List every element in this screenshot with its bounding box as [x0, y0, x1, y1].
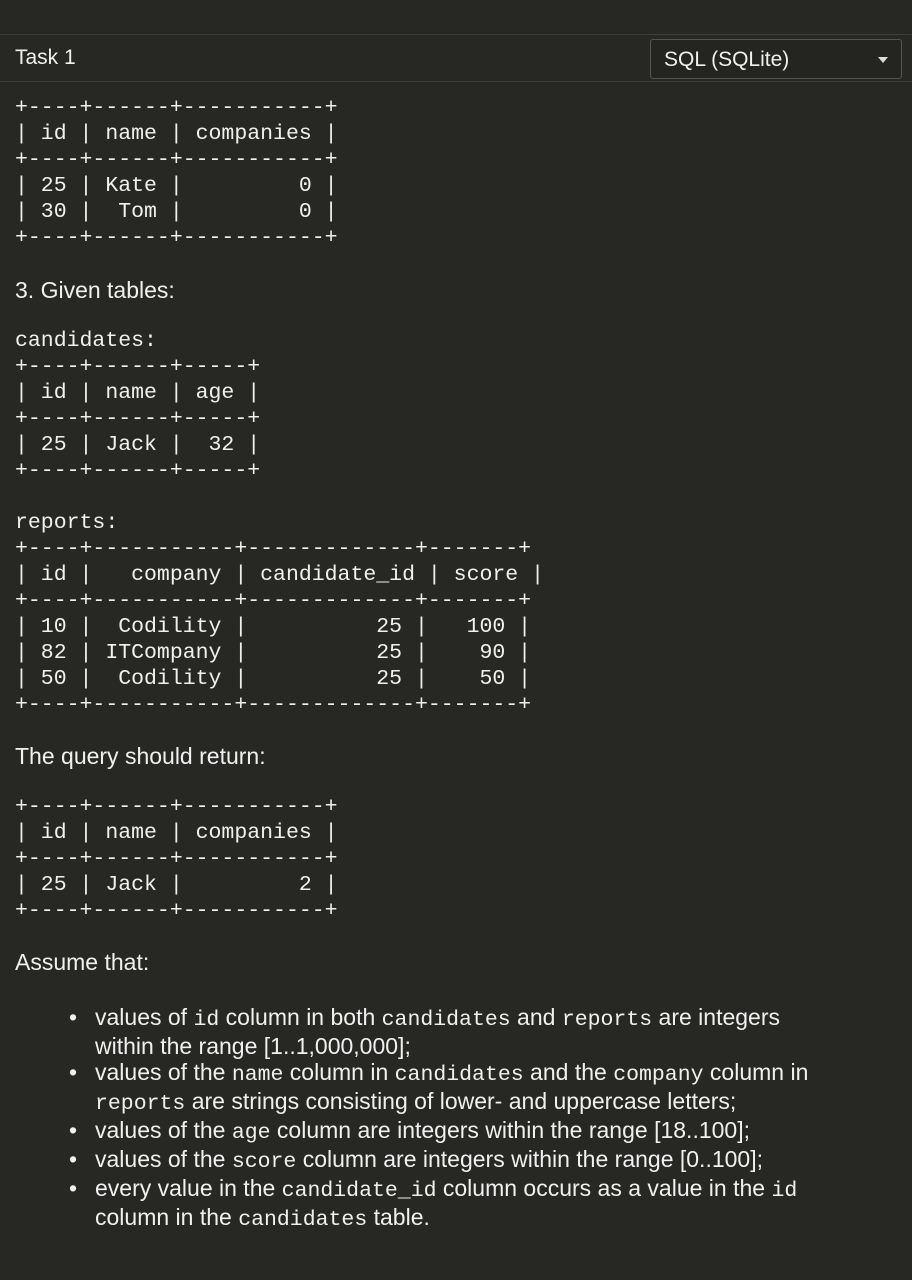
list-item: • values of id column in both candidates …: [69, 1004, 781, 1059]
bullet-icon: •: [69, 1117, 78, 1143]
list-item: • values of the score column are integers…: [69, 1146, 763, 1174]
reports-label: reports:: [15, 511, 119, 535]
top-bar: [0, 0, 912, 35]
language-select[interactable]: SQL (SQLite): [650, 39, 902, 79]
previous-result-table: +----+------+-----------+ | id | name | …: [15, 96, 338, 250]
bullet-icon: •: [69, 1146, 78, 1172]
task-description: +----+------+-----------+ | id | name | …: [15, 95, 895, 1233]
expected-result-table: +----+------+-----------+ | id | name | …: [15, 795, 338, 923]
bullet-icon: •: [69, 1175, 78, 1201]
list-item: • every value in the candidate_id column …: [69, 1175, 798, 1232]
chevron-down-icon: [878, 57, 888, 63]
query-result-text: The query should return:: [15, 743, 266, 769]
assumptions-list: • values of id column in both candidates …: [15, 1004, 895, 1233]
list-item: • values of the age column are integers w…: [69, 1117, 750, 1145]
task-title: Task 1: [15, 46, 76, 69]
bullet-icon: •: [69, 1059, 78, 1085]
example-heading: 3. Given tables:: [15, 277, 175, 303]
candidates-label: candidates:: [15, 329, 157, 353]
language-select-value: SQL (SQLite): [664, 48, 790, 71]
task-header: Task 1 SQL (SQLite): [0, 35, 912, 82]
assumptions-heading: Assume that:: [15, 949, 150, 975]
list-item: • values of the name column in candidates…: [69, 1059, 809, 1116]
bullet-icon: •: [69, 1004, 78, 1030]
reports-table: +----+-----------+-------------+-------+…: [15, 537, 544, 717]
candidates-table: +----+------+-----+ | id | name | age | …: [15, 355, 261, 483]
